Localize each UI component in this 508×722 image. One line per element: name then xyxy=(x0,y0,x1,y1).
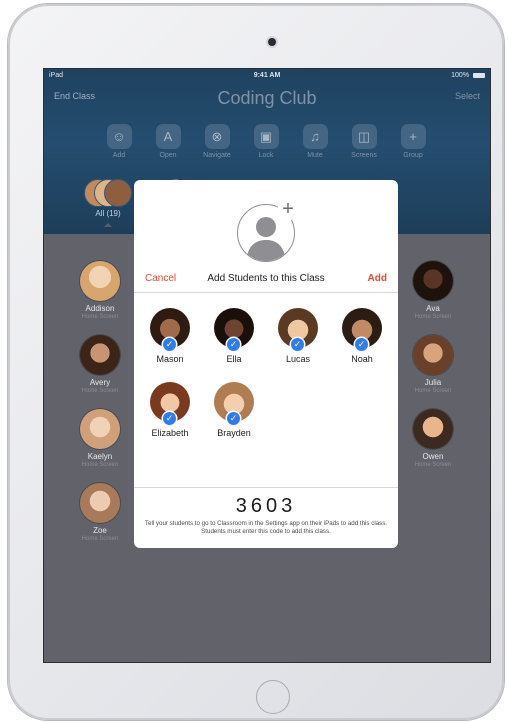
avatar: ✓ xyxy=(214,308,254,351)
instructions-text: Tell your students to go to Classroom in… xyxy=(144,520,388,535)
student-name: Mason xyxy=(156,354,184,364)
student-name: Julia xyxy=(424,378,442,387)
student-tile[interactable]: Addison Home Screen xyxy=(65,261,135,320)
tool-lock[interactable]: ▣ Lock xyxy=(246,124,286,159)
battery-text: 100% xyxy=(451,72,470,79)
person-circle-icon: ☺ xyxy=(106,124,132,149)
divider xyxy=(134,292,398,293)
status-time: 9:41 AM xyxy=(253,72,281,79)
divider xyxy=(134,487,398,488)
avatar xyxy=(80,483,120,523)
student-pick-brayden[interactable]: ✓ Brayden xyxy=(202,382,266,438)
student-pick-noah[interactable]: ✓ Noah xyxy=(330,308,394,364)
student-tile[interactable]: Owen Home Screen xyxy=(398,409,468,468)
camera xyxy=(268,38,276,46)
tool-mute[interactable]: ♫ Mute xyxy=(295,124,335,159)
screens-icon: ◫ xyxy=(351,124,377,149)
avatar: ✓ xyxy=(278,308,318,351)
checkmark-icon: ✓ xyxy=(291,338,304,351)
student-name: Lucas xyxy=(285,354,311,364)
checkmark-icon: ✓ xyxy=(163,412,176,425)
home-button[interactable] xyxy=(256,680,290,714)
student-name: Ella xyxy=(226,354,242,364)
tool-label: Open xyxy=(159,152,177,159)
add-button[interactable]: Add xyxy=(368,273,387,284)
student-name: Elizabeth xyxy=(151,428,189,438)
avatar: ✓ xyxy=(150,308,190,351)
student-name: Zoe xyxy=(93,526,107,535)
plus-icon: + xyxy=(278,199,298,220)
status-bar: iPad 9:41 AM 100% xyxy=(44,72,490,82)
student-name: Addison xyxy=(85,304,115,313)
student-pick-elizabeth[interactable]: ✓ Elizabeth xyxy=(138,382,202,438)
student-name: Owen xyxy=(422,452,444,461)
avatar: ✓ xyxy=(150,382,190,425)
student-status: Home Screen xyxy=(81,314,119,320)
student-pick-mason[interactable]: ✓ Mason xyxy=(138,308,202,364)
student-name: Avery xyxy=(89,378,111,387)
mute-icon: ♫ xyxy=(302,124,328,149)
class-title: Coding Club xyxy=(217,88,317,108)
add-students-dialog: + Cancel Add Students to this Class Add … xyxy=(134,180,398,548)
tool-add[interactable]: ☺ Add xyxy=(99,124,139,159)
student-tile[interactable]: Kaelyn Home Screen xyxy=(65,409,135,468)
tool-screens[interactable]: ◫ Screens xyxy=(344,124,384,159)
select-button[interactable]: Select xyxy=(455,91,480,101)
student-name: Brayden xyxy=(217,428,251,438)
selected-indicator xyxy=(104,219,112,227)
avatar xyxy=(413,409,453,449)
student-status: Home Screen xyxy=(414,462,452,468)
checkmark-icon: ✓ xyxy=(227,412,240,425)
student-status: Home Screen xyxy=(81,388,119,394)
tool-label: Screens xyxy=(351,152,377,159)
avatar xyxy=(80,409,120,449)
group-all-label: All (19) xyxy=(95,209,121,218)
student-status: Home Screen xyxy=(81,536,119,542)
tool-group[interactable]: + Group xyxy=(393,124,433,159)
student-tile[interactable]: Julia Home Screen xyxy=(398,335,468,394)
app-store-icon: A xyxy=(155,124,181,149)
avatar xyxy=(80,261,120,301)
tool-navigate[interactable]: ⊗ Navigate xyxy=(197,124,237,159)
student-status: Home Screen xyxy=(414,314,452,320)
compass-icon: ⊗ xyxy=(204,124,230,149)
avatar xyxy=(104,179,132,207)
status-battery: 100% xyxy=(451,72,485,79)
checkmark-icon: ✓ xyxy=(227,338,240,351)
battery-icon xyxy=(473,72,485,78)
avatar: ✓ xyxy=(214,382,254,425)
avatar xyxy=(413,261,453,301)
student-status: Home Screen xyxy=(414,388,452,394)
toolbar: ☺ Add A Open ⊗ Navigate ▣ Lock ♫ Mute ◫ Screen… xyxy=(44,124,490,164)
checkmark-icon: ✓ xyxy=(355,338,368,351)
class-code: 3603 xyxy=(235,495,297,517)
tool-label: Navigate xyxy=(203,152,231,159)
avatar xyxy=(413,335,453,375)
tool-label: Mute xyxy=(307,152,323,159)
group-avatars xyxy=(82,179,134,207)
dialog-title: Add Students to this Class xyxy=(207,273,325,284)
student-status: Home Screen xyxy=(81,462,119,468)
plus-icon: + xyxy=(400,124,426,149)
group-all[interactable]: All (19) xyxy=(82,179,134,227)
avatar: ✓ xyxy=(342,308,382,351)
tool-label: Lock xyxy=(258,152,274,159)
student-pick-ella[interactable]: ✓ Ella xyxy=(202,308,266,364)
tool-label: Add xyxy=(112,152,126,159)
student-tile[interactable]: Ava Home Screen xyxy=(398,261,468,320)
checkmark-icon: ✓ xyxy=(163,338,176,351)
student-tile[interactable]: Zoe Home Screen xyxy=(65,483,135,542)
student-name: Ava xyxy=(426,304,440,313)
student-pick-lucas[interactable]: ✓ Lucas xyxy=(266,308,330,364)
avatar xyxy=(80,335,120,375)
tool-open[interactable]: A Open xyxy=(148,124,188,159)
lock-icon: ▣ xyxy=(253,124,279,149)
student-tile[interactable]: Avery Home Screen xyxy=(65,335,135,394)
tool-label: Group xyxy=(403,152,423,159)
student-name: Kaelyn xyxy=(87,452,113,461)
student-name: Noah xyxy=(351,354,373,364)
